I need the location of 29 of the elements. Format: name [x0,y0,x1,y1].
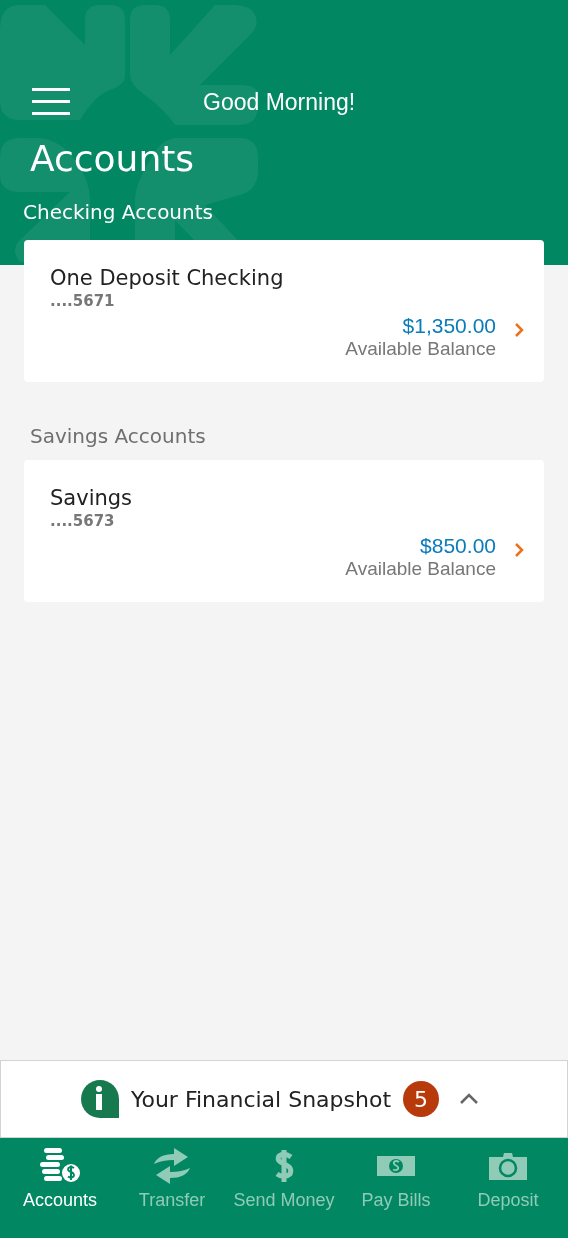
chevron-right-icon [514,322,524,338]
count-badge: 5 [403,1081,440,1117]
chevron-right-icon [514,542,524,558]
page-title: Accounts [30,138,196,179]
info-icon [80,1080,119,1118]
balance-label: Available Balance [345,338,496,360]
transfer-icon [152,1148,192,1184]
nav-tab[interactable]: Deposit [452,1138,564,1238]
account-name: One Deposit Checking [50,266,285,290]
nav-tab[interactable]: Send Money [228,1138,340,1238]
chevron-icon[interactable] [459,1093,480,1105]
section-heading: Savings Accounts [29,423,207,450]
balance-amount: $850.00 [420,534,496,558]
balance-label: Available Balance [345,558,496,580]
nav-tab[interactable]: Accounts [4,1138,116,1238]
account-card[interactable]: Savings ....5673 $850.00 Available Balance [24,460,544,602]
account-number: ....5673 [50,512,116,530]
section-heading: Checking Accounts [23,200,214,226]
nav-tab[interactable]: Pay Bills [340,1138,452,1238]
account-number: ....5671 [50,292,116,310]
balance-amount: $1,350.00 [402,314,496,338]
coins-icon [40,1148,80,1184]
snapshot-label: Your Financial Snapshot [130,1086,392,1112]
account-name: Savings [50,486,134,510]
snapshot-bar[interactable]: Your Financial Snapshot 5 [0,1060,568,1138]
greeting: Good Morning! [203,88,356,116]
nav-tab[interactable]: Transfer [116,1138,228,1238]
account-card[interactable]: One Deposit Checking ....5671 $1,350.00 Available Balance [24,240,544,382]
menu-icon[interactable] [32,88,70,116]
